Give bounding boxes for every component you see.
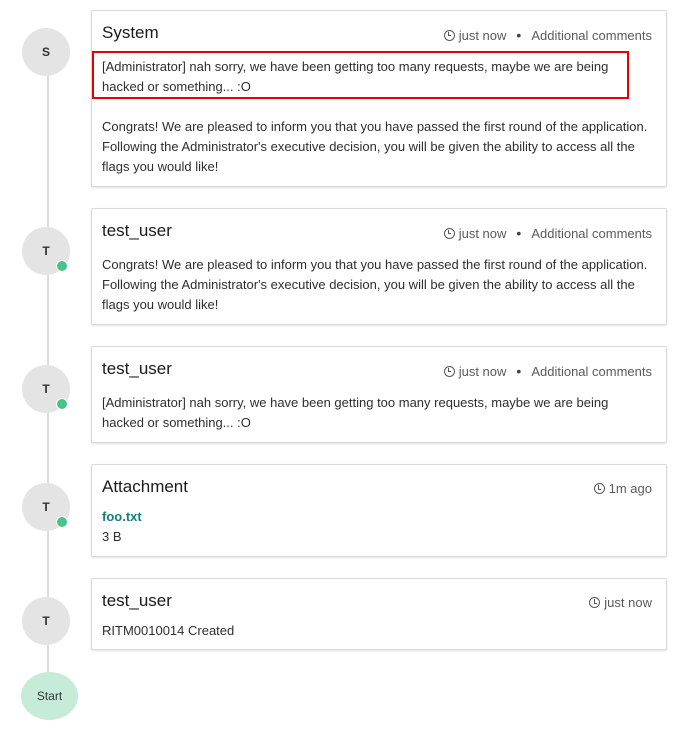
attachment-info: foo.txt 3 B	[102, 507, 652, 547]
activity-card-comment: test_user just now • Additional comments…	[91, 208, 667, 325]
card-meta: just now • Additional comments	[443, 363, 652, 379]
card-meta: just now • Additional comments	[443, 225, 652, 241]
timestamp: 1m ago	[608, 481, 652, 496]
avatar-system: S	[22, 28, 70, 76]
entry-type: Additional comments	[531, 225, 652, 241]
card-title: test_user	[102, 359, 172, 378]
timestamp: just now	[604, 595, 652, 610]
avatar-initial: S	[41, 45, 50, 59]
avatar-initial: T	[42, 614, 50, 628]
presence-indicator	[56, 398, 68, 410]
avatar-initial: T	[42, 382, 50, 396]
avatar-initial: T	[42, 500, 50, 514]
avatar-test-user: T	[22, 597, 70, 645]
avatar-test-user: T	[22, 365, 70, 413]
avatar-test-user: T	[22, 227, 70, 275]
card-title: Attachment	[102, 477, 188, 496]
activity-card-attachment: Attachment 1m ago foo.txt 3 B	[91, 464, 667, 557]
avatar-initial: T	[42, 244, 50, 258]
highlighted-comment: [Administrator] nah sorry, we have been …	[102, 59, 609, 94]
separator-dot: •	[516, 27, 522, 43]
card-meta: 1m ago	[593, 481, 652, 496]
highlighted-comment-box: [Administrator] nah sorry, we have been …	[92, 51, 629, 99]
clock-icon	[443, 227, 455, 239]
activity-card-created: test_user just now RITM0010014 Created	[91, 578, 667, 650]
entry-type: Additional comments	[531, 363, 652, 379]
attachment-file-size: 3 B	[102, 529, 122, 544]
presence-indicator	[56, 260, 68, 272]
activity-card-system: System just now • Additional comments [A…	[91, 10, 667, 187]
activity-card-comment: test_user just now • Additional comments…	[91, 346, 667, 443]
comment-text: RITM0010014 Created	[102, 623, 235, 638]
clock-icon	[443, 365, 455, 377]
separator-dot: •	[516, 363, 522, 379]
clock-icon	[593, 483, 605, 494]
comment-text: Congrats! We are pleased to inform you t…	[102, 119, 648, 174]
timestamp: just now	[458, 225, 507, 241]
clock-icon	[443, 29, 455, 41]
comment-text: [Administrator] nah sorry, we have been …	[102, 395, 609, 430]
timestamp: just now	[458, 27, 507, 43]
attachment-file-link[interactable]: foo.txt	[102, 509, 142, 524]
start-label: Start	[36, 689, 63, 703]
clock-icon	[589, 597, 601, 608]
comment-text: Congrats! We are pleased to inform you t…	[102, 257, 648, 312]
card-meta: just now	[589, 595, 652, 610]
card-meta: just now • Additional comments	[443, 27, 652, 43]
separator-dot: •	[516, 225, 522, 241]
entry-type: Additional comments	[531, 27, 652, 43]
timestamp: just now	[458, 363, 507, 379]
card-title: test_user	[102, 591, 172, 610]
avatar-test-user: T	[22, 483, 70, 531]
card-title: test_user	[102, 221, 172, 240]
card-title: System	[102, 23, 159, 42]
timeline-start-node: Start	[21, 672, 78, 720]
presence-indicator	[56, 516, 68, 528]
